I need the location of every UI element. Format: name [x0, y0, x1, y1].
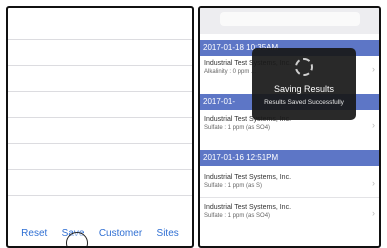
- chevron-right-icon: ›: [372, 178, 375, 188]
- form-row[interactable]: [8, 170, 192, 196]
- left-screen: Reset Save Customer Sites: [6, 6, 194, 248]
- form-row[interactable]: [8, 40, 192, 66]
- hud-subtitle: Results Saved Successfully: [264, 99, 344, 106]
- form-rows: [8, 8, 192, 216]
- customer-button[interactable]: Customer: [99, 228, 142, 239]
- list-item[interactable]: Industrial Test Systems, Inc. Sulfate : …: [200, 200, 379, 226]
- entry-detail: Sulfate : 1 ppm (as SO4): [204, 125, 271, 131]
- reset-button[interactable]: Reset: [21, 228, 47, 239]
- activity-spinner-icon: [295, 58, 313, 76]
- chevron-right-icon: ›: [372, 64, 375, 74]
- touch-indicator: [66, 232, 88, 246]
- form-row[interactable]: [8, 118, 192, 144]
- form-row[interactable]: [8, 92, 192, 118]
- saving-hud: Saving Results Results Saved Successfull…: [252, 48, 356, 120]
- form-row[interactable]: [8, 66, 192, 92]
- search-input[interactable]: [220, 12, 360, 26]
- list-item[interactable]: Industrial Test Systems, Inc. Sulfate : …: [200, 170, 379, 196]
- hud-title: Saving Results: [273, 84, 335, 94]
- right-screen: 2017-01-18 10:35AM Industrial Test Syste…: [198, 6, 381, 248]
- form-row[interactable]: [8, 144, 192, 170]
- bottom-toolbar: Reset Save Customer Sites: [8, 220, 192, 246]
- form-row[interactable]: [8, 8, 192, 40]
- search-bar: [200, 8, 379, 34]
- entry-company: Industrial Test Systems, Inc.: [204, 174, 292, 181]
- row-separator: [200, 197, 379, 198]
- entry-company: Industrial Test Systems, Inc.: [204, 204, 292, 211]
- sites-button[interactable]: Sites: [157, 228, 179, 239]
- entry-detail: Sulfate : 1 ppm (as S): [204, 183, 263, 189]
- chevron-right-icon: ›: [372, 120, 375, 130]
- chevron-right-icon: ›: [372, 208, 375, 218]
- section-header: 2017-01-16 12:51PM: [200, 150, 379, 166]
- entry-detail: Sulfate : 1 ppm (as SO4): [204, 213, 271, 219]
